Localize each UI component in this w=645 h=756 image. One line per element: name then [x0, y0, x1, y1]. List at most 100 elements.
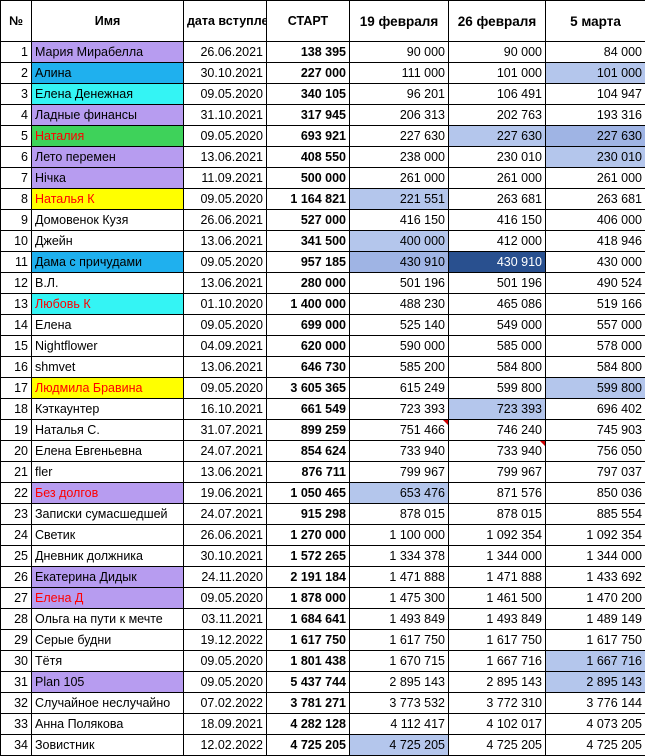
participant-name: Случайное неслучайно — [32, 693, 184, 714]
join-date: 13.06.2021 — [184, 357, 267, 378]
join-date: 09.05.2020 — [184, 315, 267, 336]
value-mar-5: 2 895 143 — [546, 672, 645, 693]
start-amount: 1 572 265 — [267, 546, 350, 567]
value-feb-26: 549 000 — [449, 315, 546, 336]
start-amount: 4 282 128 — [267, 714, 350, 735]
value-mar-5: 745 903 — [546, 420, 645, 441]
participant-name: Без долгов — [32, 483, 184, 504]
value-mar-5: 3 776 144 — [546, 693, 645, 714]
join-date: 26.06.2021 — [184, 525, 267, 546]
join-date: 13.06.2021 — [184, 231, 267, 252]
value-feb-26: 1 667 716 — [449, 651, 546, 672]
header-start: СТАРТ — [267, 1, 350, 42]
table-row: 14Елена09.05.2020699 000525 140549 00055… — [1, 315, 645, 336]
row-number: 21 — [1, 462, 32, 483]
row-number: 28 — [1, 609, 32, 630]
join-date: 26.06.2021 — [184, 210, 267, 231]
start-amount: 341 500 — [267, 231, 350, 252]
value-mar-5: 1 470 200 — [546, 588, 645, 609]
value-feb-26: 90 000 — [449, 42, 546, 63]
table-row: 21fler13.06.2021876 711799 967799 967797… — [1, 462, 645, 483]
join-date: 09.05.2020 — [184, 588, 267, 609]
value-feb-19: 227 630 — [350, 126, 449, 147]
join-date: 31.07.2021 — [184, 420, 267, 441]
value-mar-5: 4 725 205 — [546, 735, 645, 756]
value-feb-19: 400 000 — [350, 231, 449, 252]
start-amount: 899 259 — [267, 420, 350, 441]
participant-name: Алина — [32, 63, 184, 84]
value-mar-5: 490 524 — [546, 273, 645, 294]
value-feb-19: 206 313 — [350, 105, 449, 126]
row-number: 12 — [1, 273, 32, 294]
join-date: 18.09.2021 — [184, 714, 267, 735]
start-amount: 3 781 271 — [267, 693, 350, 714]
value-feb-19: 261 000 — [350, 168, 449, 189]
row-number: 24 — [1, 525, 32, 546]
start-amount: 500 000 — [267, 168, 350, 189]
table-row: 23Записки сумасшедшей24.07.2021915 29887… — [1, 504, 645, 525]
header-join-date: дата вступления — [184, 1, 267, 42]
header-feb-26: 26 февраля — [449, 1, 546, 42]
value-feb-26: 4 102 017 — [449, 714, 546, 735]
start-amount: 4 725 205 — [267, 735, 350, 756]
value-feb-19: 799 967 — [350, 462, 449, 483]
row-number: 15 — [1, 336, 32, 357]
row-number: 11 — [1, 252, 32, 273]
table-row: 17Людмила Бравина09.05.20203 605 365615 … — [1, 378, 645, 399]
table-row: 26Екатерина Дидык24.11.20202 191 1841 47… — [1, 567, 645, 588]
value-mar-5: 599 800 — [546, 378, 645, 399]
value-feb-19: 4 112 417 — [350, 714, 449, 735]
value-feb-26: 416 150 — [449, 210, 546, 231]
start-amount: 693 921 — [267, 126, 350, 147]
value-feb-26: 1 344 000 — [449, 546, 546, 567]
start-amount: 1 270 000 — [267, 525, 350, 546]
start-amount: 2 191 184 — [267, 567, 350, 588]
value-feb-19: 751 466 — [350, 420, 449, 441]
table-row: 33Анна Полякова18.09.20214 282 1284 112 … — [1, 714, 645, 735]
value-feb-26: 261 000 — [449, 168, 546, 189]
join-date: 19.06.2021 — [184, 483, 267, 504]
row-number: 16 — [1, 357, 32, 378]
value-feb-19: 238 000 — [350, 147, 449, 168]
start-amount: 280 000 — [267, 273, 350, 294]
start-amount: 876 711 — [267, 462, 350, 483]
value-mar-5: 557 000 — [546, 315, 645, 336]
join-date: 09.05.2020 — [184, 651, 267, 672]
participant-name: Записки сумасшедшей — [32, 504, 184, 525]
value-feb-26: 871 576 — [449, 483, 546, 504]
value-feb-19: 430 910 — [350, 252, 449, 273]
row-number: 33 — [1, 714, 32, 735]
value-feb-26: 733 940 — [449, 441, 546, 462]
table-row: 2Алина30.10.2021227 000111 000101 000101… — [1, 63, 645, 84]
start-amount: 1 400 000 — [267, 294, 350, 315]
header-mar-5: 5 марта — [546, 1, 645, 42]
value-mar-5: 84 000 — [546, 42, 645, 63]
join-date: 09.05.2020 — [184, 126, 267, 147]
join-date: 01.10.2020 — [184, 294, 267, 315]
table-row: 30Тётя09.05.20201 801 4381 670 7151 667 … — [1, 651, 645, 672]
value-feb-26: 878 015 — [449, 504, 546, 525]
table-row: 15Nightflower04.09.2021620 000590 000585… — [1, 336, 645, 357]
value-feb-19: 1 670 715 — [350, 651, 449, 672]
value-mar-5: 1 489 149 — [546, 609, 645, 630]
start-amount: 5 437 744 — [267, 672, 350, 693]
row-number: 14 — [1, 315, 32, 336]
value-mar-5: 406 000 — [546, 210, 645, 231]
value-feb-19: 96 201 — [350, 84, 449, 105]
value-feb-19: 111 000 — [350, 63, 449, 84]
start-amount: 646 730 — [267, 357, 350, 378]
value-feb-19: 1 100 000 — [350, 525, 449, 546]
table-row: 22Без долгов19.06.20211 050 465653 47687… — [1, 483, 645, 504]
table-row: 27Елена Д09.05.20201 878 0001 475 3001 4… — [1, 588, 645, 609]
row-number: 9 — [1, 210, 32, 231]
participant-name: Нічка — [32, 168, 184, 189]
participant-name: В.Л. — [32, 273, 184, 294]
value-feb-19: 90 000 — [350, 42, 449, 63]
value-feb-26: 1 471 888 — [449, 567, 546, 588]
value-mar-5: 104 947 — [546, 84, 645, 105]
table-row: 8Наталья К09.05.20201 164 821221 551263 … — [1, 189, 645, 210]
row-number: 2 — [1, 63, 32, 84]
value-feb-26: 1 092 354 — [449, 525, 546, 546]
participant-name: Людмила Бравина — [32, 378, 184, 399]
value-feb-19: 585 200 — [350, 357, 449, 378]
